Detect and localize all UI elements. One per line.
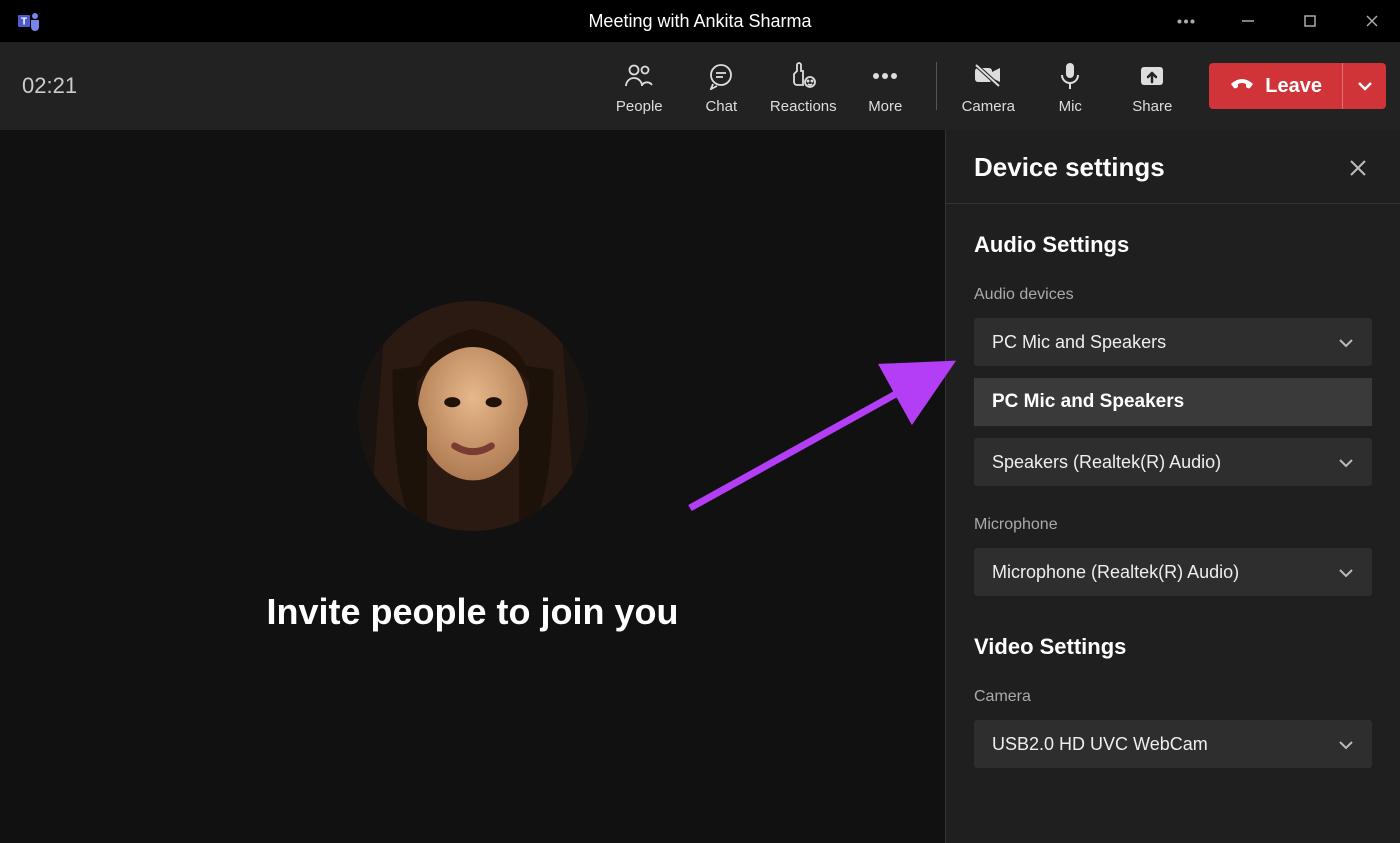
titlebar: T Meeting with Ankita Sharma — [0, 0, 1400, 42]
leave-menu-button[interactable] — [1342, 63, 1386, 109]
reactions-icon — [788, 58, 818, 94]
mic-button[interactable]: Mic — [1029, 46, 1111, 126]
more-button[interactable]: More — [844, 46, 926, 126]
window-close-button[interactable] — [1352, 5, 1392, 37]
microphone-label: Microphone — [974, 516, 1372, 534]
audio-device-option-label: PC Mic and Speakers — [992, 391, 1184, 413]
panel-close-button[interactable] — [1344, 154, 1372, 182]
meeting-timer: 02:21 — [22, 73, 77, 99]
camera-value: USB2.0 HD UVC WebCam — [992, 734, 1208, 755]
people-icon — [624, 58, 654, 94]
titlebar-more-button[interactable] — [1166, 5, 1206, 37]
share-icon — [1139, 58, 1165, 94]
chat-button[interactable]: Chat — [680, 46, 762, 126]
leave-label: Leave — [1265, 75, 1322, 98]
video-settings-heading: Video Settings — [974, 634, 1372, 660]
more-icon — [872, 58, 898, 94]
camera-label: Camera — [962, 98, 1015, 115]
people-button[interactable]: People — [598, 46, 680, 126]
chat-label: Chat — [705, 98, 737, 115]
chevron-down-icon — [1357, 81, 1373, 91]
camera-off-icon — [973, 58, 1003, 94]
teams-app-icon: T — [16, 8, 42, 34]
device-settings-panel: Device settings Audio Settings Audio dev… — [945, 130, 1400, 843]
annotation-arrow — [680, 348, 970, 518]
leave-button[interactable]: Leave — [1209, 63, 1342, 109]
speaker-select[interactable]: Speakers (Realtek(R) Audio) — [974, 438, 1372, 486]
share-button[interactable]: Share — [1111, 46, 1193, 126]
video-stage: Invite people to join you — [0, 130, 945, 843]
audio-device-value: PC Mic and Speakers — [992, 332, 1166, 353]
camera-field-label: Camera — [974, 688, 1372, 706]
more-label: More — [868, 98, 902, 115]
share-label: Share — [1132, 98, 1172, 115]
reactions-label: Reactions — [770, 98, 837, 115]
svg-text:T: T — [21, 17, 27, 28]
reactions-button[interactable]: Reactions — [762, 46, 844, 126]
window-title: Meeting with Ankita Sharma — [588, 11, 811, 32]
chevron-down-icon — [1338, 734, 1354, 755]
camera-select[interactable]: USB2.0 HD UVC WebCam — [974, 720, 1372, 768]
hangup-icon — [1229, 74, 1255, 98]
mic-icon — [1059, 58, 1081, 94]
chat-icon — [707, 58, 735, 94]
mic-label: Mic — [1059, 98, 1082, 115]
window-maximize-button[interactable] — [1290, 5, 1330, 37]
chevron-down-icon — [1338, 452, 1354, 473]
audio-device-select[interactable]: PC Mic and Speakers — [974, 318, 1372, 366]
window-minimize-button[interactable] — [1228, 5, 1268, 37]
audio-device-option[interactable]: PC Mic and Speakers — [974, 378, 1372, 426]
main-area: Invite people to join you Device setting… — [0, 130, 1400, 843]
participant-avatar — [358, 301, 588, 531]
chevron-down-icon — [1338, 332, 1354, 353]
meeting-toolbar: 02:21 People Chat — [0, 42, 1400, 130]
audio-devices-label: Audio devices — [974, 286, 1372, 304]
toolbar-divider — [936, 62, 937, 110]
people-label: People — [616, 98, 663, 115]
microphone-select[interactable]: Microphone (Realtek(R) Audio) — [974, 548, 1372, 596]
audio-settings-heading: Audio Settings — [974, 232, 1372, 258]
panel-title: Device settings — [974, 152, 1165, 183]
speaker-value: Speakers (Realtek(R) Audio) — [992, 452, 1221, 473]
microphone-value: Microphone (Realtek(R) Audio) — [992, 562, 1239, 583]
chevron-down-icon — [1338, 562, 1354, 583]
camera-button[interactable]: Camera — [947, 46, 1029, 126]
invite-heading: Invite people to join you — [266, 591, 678, 633]
